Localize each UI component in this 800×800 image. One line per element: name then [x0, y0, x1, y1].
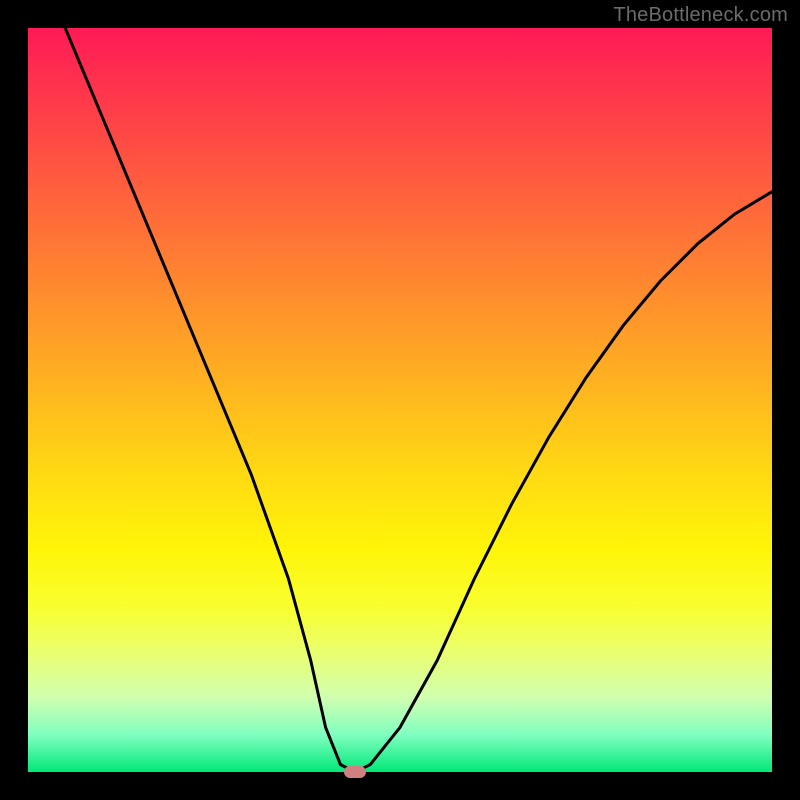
plot-area: [28, 28, 772, 772]
curve-svg: [28, 28, 772, 772]
chart-frame: TheBottleneck.com: [0, 0, 800, 800]
watermark-text: TheBottleneck.com: [613, 4, 788, 27]
bottleneck-curve: [65, 28, 772, 772]
optimal-marker: [344, 766, 366, 778]
